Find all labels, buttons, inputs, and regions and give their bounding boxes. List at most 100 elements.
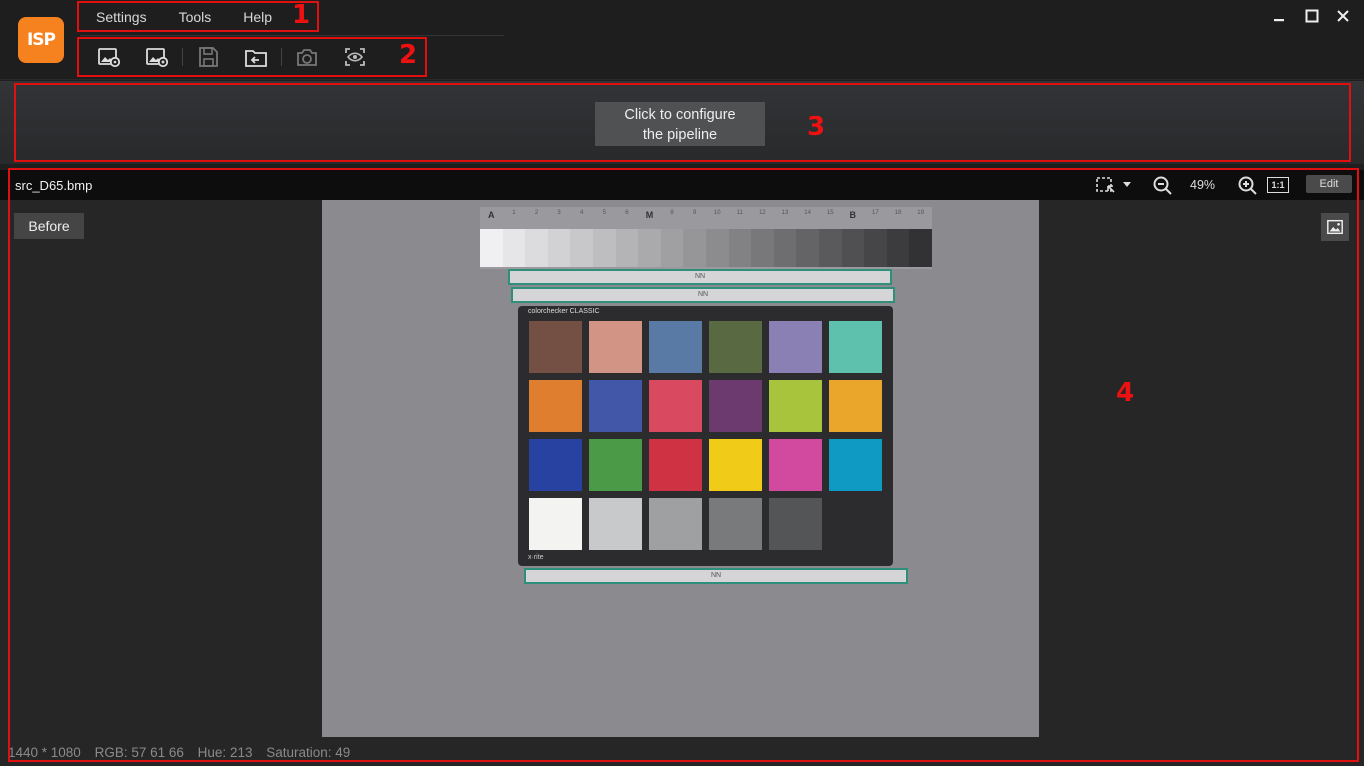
before-toggle-button[interactable]: Before	[14, 213, 84, 239]
annotation-number-toolbar: 2	[399, 40, 418, 70]
status-saturation: Saturation: 49	[266, 745, 351, 760]
status-rgb: RGB: 57 61 66	[94, 745, 184, 760]
grey-scale-label: M	[645, 210, 654, 220]
save-button[interactable]	[189, 41, 227, 73]
grey-scale-label: 15	[826, 210, 834, 216]
grey-scale-label: 3	[557, 210, 561, 216]
grey-scale-step	[592, 229, 616, 267]
status-dimensions: 1440 * 1080	[8, 745, 81, 760]
grey-scale-label: 11	[736, 210, 743, 216]
viewer-header: src_D65.bmp 49% 1:1 Edit	[0, 170, 1364, 200]
color-patch	[589, 380, 642, 432]
color-patch	[589, 321, 642, 373]
selection-tool-dropdown[interactable]	[1095, 175, 1135, 195]
color-patch	[529, 321, 582, 373]
actual-size-button[interactable]: 1:1	[1267, 177, 1289, 193]
color-patch	[709, 498, 762, 550]
grey-scale-label: A	[488, 210, 495, 220]
toolbar-separator	[281, 48, 282, 66]
grey-scale-step	[638, 229, 661, 267]
menu-tools[interactable]: Tools	[163, 4, 228, 30]
annotation-number-menu: 1	[292, 0, 311, 30]
toolbar	[80, 39, 426, 75]
color-patch	[649, 439, 702, 491]
color-patch	[589, 498, 642, 550]
color-patch	[649, 498, 702, 550]
edit-button[interactable]: Edit	[1306, 175, 1352, 193]
color-patch	[709, 380, 762, 432]
grey-scale-step	[480, 229, 503, 267]
eye-scan-icon	[345, 48, 365, 66]
grey-scale-label: 9	[692, 210, 697, 216]
minimize-button[interactable]	[1268, 6, 1290, 26]
grey-scale-label: 17	[872, 210, 879, 216]
grey-scale-label: 1	[512, 210, 516, 216]
zoom-out-icon	[1153, 176, 1172, 195]
title-bar: ISP Settings Tools Help	[0, 0, 1364, 80]
grey-scale-step	[615, 229, 639, 267]
grey-scale-step	[796, 229, 819, 267]
save-icon	[199, 47, 218, 67]
color-checker: colorchecker CLASSIC x·rite	[518, 306, 893, 566]
color-patch	[649, 321, 702, 373]
grey-scale-chart: A 1 2 3 4 5 6 M 8 9 10 11 12 13 14 15 B 17 18 19	[480, 207, 932, 269]
grey-scale-label: 14	[804, 210, 811, 216]
sample-tag: NN	[508, 269, 892, 285]
color-patch	[829, 498, 882, 550]
annotation-number-viewer: 4	[1116, 378, 1135, 408]
grey-scale-step	[841, 229, 865, 267]
color-patch	[529, 380, 582, 432]
zoom-in-button[interactable]	[1236, 175, 1258, 195]
zoom-level: 49%	[1190, 178, 1216, 192]
configure-pipeline-line2: the pipeline	[642, 127, 718, 143]
grey-scale-label: 12	[759, 210, 766, 216]
checker-footer: x·rite	[528, 554, 544, 561]
grey-scale-label: 13	[781, 210, 789, 216]
color-patch	[529, 498, 582, 550]
open-image-settings-button[interactable]	[90, 41, 128, 73]
image-view-button[interactable]	[1321, 213, 1349, 241]
close-button[interactable]	[1332, 6, 1354, 26]
close-icon	[1337, 10, 1349, 22]
image-viewer[interactable]: A 1 2 3 4 5 6 M 8 9 10 11 12 13 14 15 B 17 18 19 NN NN colo…	[0, 200, 1364, 766]
sample-tag: NN	[524, 568, 908, 584]
grey-scale-step	[909, 229, 932, 267]
export-button[interactable]	[237, 41, 275, 73]
grey-scale-step	[864, 229, 887, 267]
grey-scale-step	[773, 229, 797, 267]
image-canvas[interactable]: A 1 2 3 4 5 6 M 8 9 10 11 12 13 14 15 B 17 18 19 NN NN colo…	[322, 200, 1039, 737]
status-hue: Hue: 213	[197, 745, 253, 760]
grey-scale-step	[886, 229, 910, 267]
grey-scale-step	[705, 229, 729, 267]
color-patch	[589, 439, 642, 491]
pipeline-panel: Click to configure the pipeline	[0, 81, 1364, 164]
annotation-number-pipeline: 3	[807, 112, 826, 142]
maximize-button[interactable]	[1301, 6, 1323, 26]
file-name: src_D65.bmp	[15, 178, 93, 193]
image-add-icon	[146, 48, 169, 68]
export-icon	[245, 50, 267, 67]
color-patch	[829, 380, 882, 432]
grey-scale-step	[728, 229, 752, 267]
zoom-in-icon	[1238, 176, 1257, 195]
zoom-out-button[interactable]	[1151, 175, 1173, 195]
configure-pipeline-button[interactable]: Click to configure the pipeline	[595, 102, 765, 146]
color-patch	[769, 321, 822, 373]
preview-button[interactable]	[336, 41, 374, 73]
capture-button[interactable]	[288, 41, 326, 73]
grey-scale-label: 10	[713, 210, 721, 216]
menu-settings[interactable]: Settings	[80, 4, 163, 30]
color-patch	[709, 439, 762, 491]
grey-scale-step	[660, 229, 684, 267]
import-image-button[interactable]	[138, 41, 176, 73]
grey-scale-label: 8	[670, 210, 674, 216]
isp-app-window: ISP Settings Tools Help Click to configu…	[0, 0, 1364, 766]
grey-scale-labels: A 1 2 3 4 5 6 M 8 9 10 11 12 13 14 15 B 17 18 19	[480, 210, 932, 224]
app-logo: ISP	[18, 17, 64, 63]
color-patch	[829, 439, 882, 491]
checker-logo: colorchecker CLASSIC	[528, 308, 600, 315]
grey-scale-step	[818, 229, 842, 267]
selection-icon	[1096, 177, 1131, 193]
menu-help[interactable]: Help	[227, 4, 288, 30]
grey-scale-label: 4	[580, 210, 584, 216]
